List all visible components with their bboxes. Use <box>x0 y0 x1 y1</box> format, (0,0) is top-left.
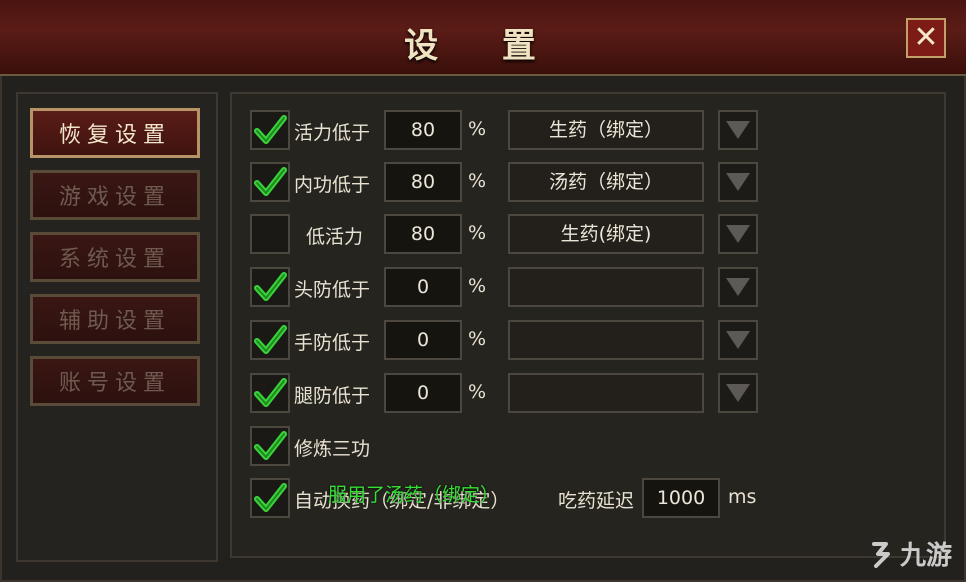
triangle-down-icon <box>726 173 750 191</box>
threshold-input[interactable]: 0 <box>384 267 462 307</box>
item-select[interactable] <box>508 267 704 307</box>
threshold-label: 腿防低于 <box>294 385 371 407</box>
recovery-row: 头防低于 0 % <box>232 267 944 307</box>
percent-unit: % <box>468 328 487 350</box>
threshold-input[interactable]: 80 <box>384 110 462 150</box>
delay-unit: ms <box>728 486 757 508</box>
cultivate-label: 修炼三功 <box>294 438 371 460</box>
item-dropdown-button[interactable] <box>718 320 758 360</box>
sidebar-item-system[interactable]: 系统设置 <box>30 232 200 282</box>
title-bar: 设 置 ✕ <box>0 0 966 76</box>
percent-unit: % <box>468 275 487 297</box>
enable-checkbox[interactable] <box>250 162 290 202</box>
item-dropdown-button[interactable] <box>718 214 758 254</box>
threshold-label: 头防低于 <box>294 279 371 301</box>
item-select[interactable]: 生药(绑定) <box>508 214 704 254</box>
threshold-label: 低活力 <box>306 226 364 248</box>
recovery-row: 活力低于 80 % 生药（绑定） <box>232 110 944 150</box>
cultivate-checkbox[interactable] <box>250 426 290 466</box>
close-icon: ✕ <box>913 20 939 55</box>
item-select[interactable] <box>508 373 704 413</box>
close-button[interactable]: ✕ <box>906 18 946 58</box>
sidebar-item-label: 游戏设置 <box>58 185 171 210</box>
item-select[interactable]: 汤药（绑定） <box>508 162 704 202</box>
logo-icon <box>871 541 890 568</box>
threshold-label: 活力低于 <box>294 122 371 144</box>
threshold-input[interactable]: 0 <box>384 373 462 413</box>
system-message: 服用了汤药（绑定） <box>328 484 500 506</box>
recovery-row: 腿防低于 0 % <box>232 373 944 413</box>
triangle-down-icon <box>726 121 750 139</box>
settings-window: 设 置 ✕ 恢复设置 游戏设置 系统设置 辅助设置 账号设置 活力低于 80 %… <box>0 0 966 582</box>
threshold-label: 手防低于 <box>294 332 371 354</box>
item-dropdown-button[interactable] <box>718 373 758 413</box>
checkmark-icon <box>254 272 287 301</box>
threshold-input[interactable]: 0 <box>384 320 462 360</box>
triangle-down-icon <box>726 384 750 402</box>
checkmark-icon <box>254 378 287 407</box>
auto-potion-checkbox[interactable] <box>250 478 290 518</box>
percent-unit: % <box>468 170 487 192</box>
triangle-down-icon <box>726 331 750 349</box>
sidebar-item-label: 系统设置 <box>58 247 171 272</box>
percent-unit: % <box>468 381 487 403</box>
sidebar-item-assist[interactable]: 辅助设置 <box>30 294 200 344</box>
item-select[interactable] <box>508 320 704 360</box>
window-title: 设 置 <box>404 26 562 66</box>
enable-checkbox[interactable] <box>250 267 290 307</box>
checkmark-icon <box>254 483 287 512</box>
enable-checkbox[interactable] <box>250 110 290 150</box>
percent-unit: % <box>468 118 487 140</box>
item-dropdown-button[interactable] <box>718 267 758 307</box>
percent-unit: % <box>468 222 487 244</box>
checkmark-icon <box>254 115 287 144</box>
recovery-row: 低活力 80 % 生药(绑定) <box>232 214 944 254</box>
watermark: 九游 <box>868 535 952 572</box>
triangle-down-icon <box>726 278 750 296</box>
triangle-down-icon <box>726 225 750 243</box>
checkmark-icon <box>254 167 287 196</box>
recovery-row: 手防低于 0 % <box>232 320 944 360</box>
recovery-row: 内功低于 80 % 汤药（绑定） <box>232 162 944 202</box>
checkmark-icon <box>254 431 287 460</box>
watermark-text: 九游 <box>899 541 952 571</box>
threshold-label: 内功低于 <box>294 174 371 196</box>
sidebar-item-game[interactable]: 游戏设置 <box>30 170 200 220</box>
threshold-input[interactable]: 80 <box>384 162 462 202</box>
delay-input[interactable]: 1000 <box>642 478 720 518</box>
enable-checkbox[interactable] <box>250 320 290 360</box>
enable-checkbox[interactable] <box>250 214 290 254</box>
item-dropdown-button[interactable] <box>718 162 758 202</box>
item-dropdown-button[interactable] <box>718 110 758 150</box>
delay-label: 吃药延迟 <box>558 490 635 512</box>
enable-checkbox[interactable] <box>250 373 290 413</box>
sidebar-item-label: 账号设置 <box>58 371 171 396</box>
threshold-input[interactable]: 80 <box>384 214 462 254</box>
sidebar-item-label: 辅助设置 <box>58 309 171 334</box>
sidebar-item-label: 恢复设置 <box>58 123 171 148</box>
checkmark-icon <box>254 325 287 354</box>
sidebar-item-recovery[interactable]: 恢复设置 <box>30 108 200 158</box>
settings-sidebar: 恢复设置 游戏设置 系统设置 辅助设置 账号设置 <box>16 92 218 562</box>
sidebar-item-account[interactable]: 账号设置 <box>30 356 200 406</box>
item-select[interactable]: 生药（绑定） <box>508 110 704 150</box>
cultivate-row: 修炼三功 <box>232 426 944 466</box>
